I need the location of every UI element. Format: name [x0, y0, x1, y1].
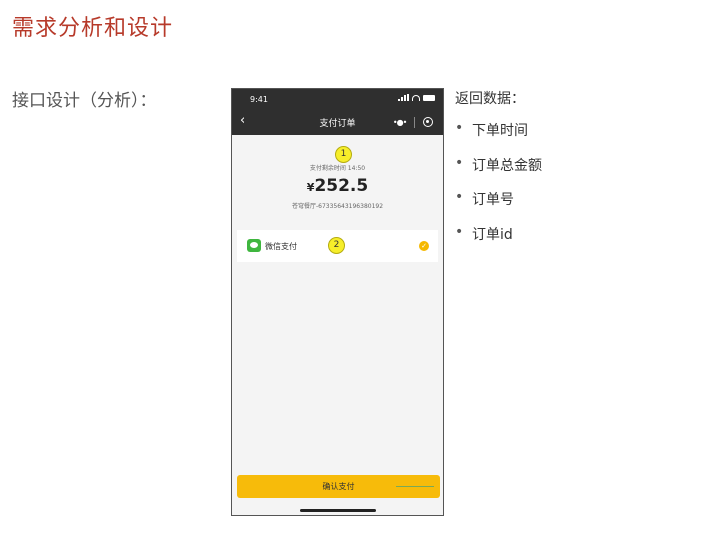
payment-method-row[interactable]: 微信支付 2 ✓	[237, 230, 438, 262]
payment-method-label: 微信支付	[265, 242, 297, 251]
field-name: 订单总金额	[472, 157, 542, 174]
capsule-divider	[414, 116, 416, 128]
nav-bar: ‹ 支付订单 •●•	[232, 109, 443, 135]
list-item: • 订单总金额	[455, 155, 542, 190]
bullet: •	[455, 154, 464, 171]
bullet: •	[455, 223, 464, 240]
field-name: 下单时间	[472, 123, 528, 139]
remaining-time: 支付剩余时间 14:50	[309, 165, 366, 172]
wechat-pay-icon	[247, 239, 261, 252]
status-bar: 9:41	[232, 89, 443, 109]
close-circle-icon[interactable]	[423, 117, 434, 127]
list-item: • 订单id	[455, 224, 542, 259]
amount-value: 252.5	[314, 176, 369, 196]
home-indicator	[300, 509, 376, 512]
phone-mockup: 9:41 ‹ 支付订单 •●• 1 支付剩余时间 14:50 ¥252.5 苍穹…	[231, 88, 444, 516]
mini-program-capsule: •●•	[389, 113, 437, 131]
more-icon[interactable]: •●•	[393, 118, 407, 127]
annotation-marker-2: 2	[328, 237, 345, 254]
bullet: •	[455, 120, 464, 136]
status-time: 9:41	[250, 95, 268, 104]
slide-title: 需求分析和设计	[12, 16, 174, 41]
list-item: • 下单时间	[455, 120, 542, 155]
bullet: •	[455, 189, 464, 205]
return-field-list: • 下单时间 • 订单总金额 • 订单号 • 订单id	[455, 120, 542, 258]
battery-icon	[423, 94, 435, 101]
list-item: • 订单号	[455, 189, 542, 224]
confirm-pay-button[interactable]: 确认支付	[237, 475, 440, 498]
selected-check-icon[interactable]: ✓	[419, 241, 429, 251]
order-amount: ¥252.5	[232, 176, 443, 196]
left-label: 接口设计（分析）：	[12, 91, 157, 111]
order-number: 苍穹餐厅-67335643196380192	[291, 203, 384, 210]
confirm-pay-label: 确认支付	[322, 482, 355, 491]
field-name: 订单号	[472, 192, 514, 208]
signal-icon	[398, 94, 409, 101]
annotation-marker-1: 1	[335, 146, 352, 163]
system-icons	[398, 94, 435, 101]
return-data-label: 返回数据：	[455, 91, 525, 107]
field-name: 订单id	[472, 226, 513, 243]
wifi-icon	[412, 94, 420, 101]
annotation-line	[396, 486, 434, 487]
